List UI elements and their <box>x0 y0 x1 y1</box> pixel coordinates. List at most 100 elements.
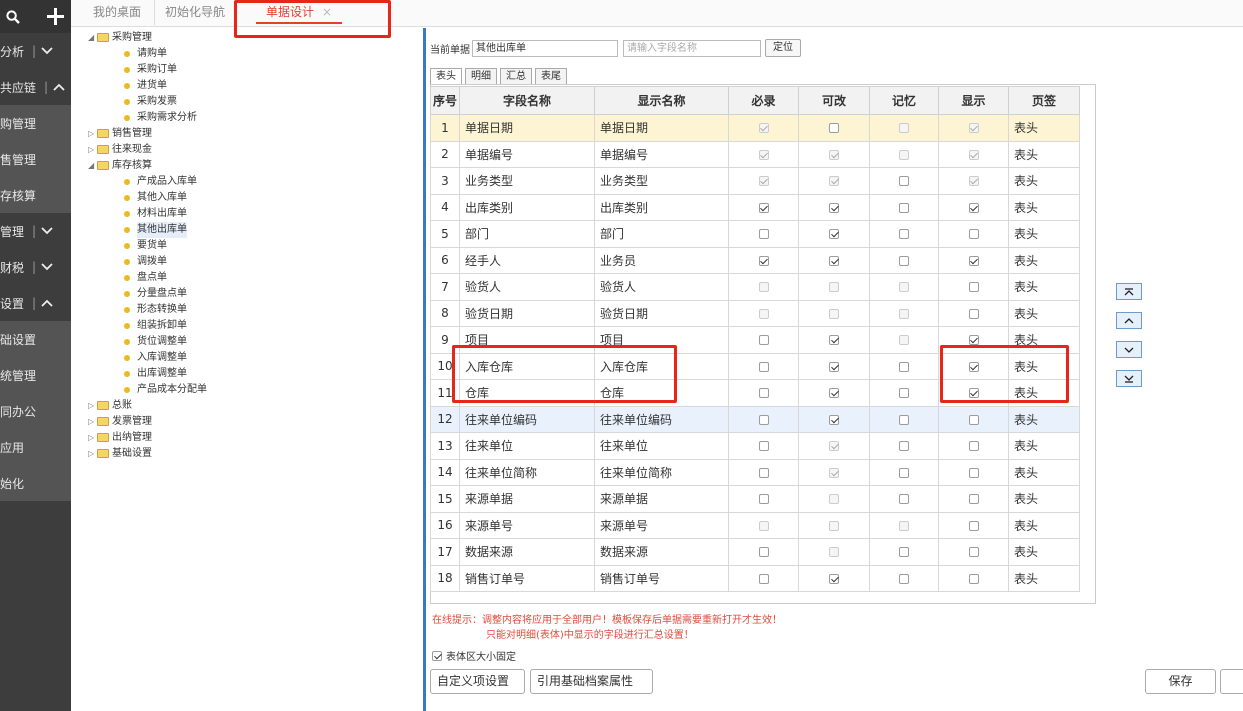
tree-leaf[interactable]: 出库调整单 <box>88 366 418 382</box>
sidebar-item[interactable]: 售管理 <box>0 141 71 177</box>
required-checkbox[interactable] <box>758 547 769 558</box>
current-document-field[interactable]: 其他出库单 <box>472 39 618 57</box>
tree-leaf[interactable]: 其他入库单 <box>88 190 418 206</box>
show-checkbox[interactable] <box>968 388 979 399</box>
tree-leaf[interactable]: 组装拆卸单 <box>88 318 418 334</box>
table-row[interactable]: 4 出库类别 出库类别 表头 <box>430 193 1080 221</box>
tree-folder[interactable]: ◢ 库存核算 <box>88 158 418 174</box>
memory-checkbox[interactable] <box>899 361 909 372</box>
chevron-down-icon[interactable] <box>41 227 53 235</box>
table-row[interactable]: 12 往来单位编码 往来单位编码 表头 <box>430 405 1080 433</box>
editable-checkbox[interactable] <box>829 255 839 266</box>
field-search-input[interactable]: 请输入字段名称 <box>623 39 761 57</box>
tree-folder[interactable]: ▷ 出纳管理 <box>88 430 418 446</box>
show-checkbox[interactable] <box>968 361 979 372</box>
tree-leaf[interactable]: 调拨单 <box>88 254 418 270</box>
required-checkbox[interactable] <box>758 202 769 213</box>
show-checkbox[interactable] <box>968 520 979 531</box>
tree-leaf[interactable]: 请购单 <box>88 46 418 62</box>
required-checkbox[interactable] <box>758 229 769 240</box>
expand-icon[interactable]: ▷ <box>88 398 96 414</box>
expand-icon[interactable]: ▷ <box>88 142 96 158</box>
tab-header[interactable]: 表头 <box>430 68 462 85</box>
tree-leaf[interactable]: 采购需求分析 <box>88 110 418 126</box>
table-row[interactable]: 3 业务类型 业务类型 表头 <box>430 167 1080 195</box>
col-header-editable[interactable]: 可改 <box>798 86 870 115</box>
memory-checkbox[interactable] <box>899 547 909 558</box>
locate-button[interactable]: 定位 <box>765 39 801 57</box>
sidebar-item[interactable]: 财税 | <box>0 249 71 285</box>
tree-leaf[interactable]: 材料出库单 <box>88 206 418 222</box>
search-icon[interactable] <box>6 9 20 24</box>
editable-checkbox[interactable] <box>829 202 839 213</box>
save-button[interactable]: 保存 <box>1145 669 1216 694</box>
plus-icon[interactable] <box>47 8 64 25</box>
show-checkbox[interactable] <box>968 467 979 478</box>
memory-checkbox[interactable] <box>899 441 909 452</box>
tree-folder[interactable]: ▷ 发票管理 <box>88 414 418 430</box>
col-header-page[interactable]: 页签 <box>1008 86 1080 115</box>
chevron-down-icon[interactable] <box>41 263 53 271</box>
sidebar-item[interactable]: 统管理 <box>0 357 71 393</box>
tree-leaf[interactable]: 货位调整单 <box>88 334 418 350</box>
required-checkbox[interactable] <box>758 361 769 372</box>
collapse-icon[interactable]: ◢ <box>88 30 96 46</box>
sidebar-item[interactable]: 分析 | <box>0 33 71 69</box>
tree-leaf[interactable]: 进货单 <box>88 78 418 94</box>
memory-checkbox[interactable] <box>899 414 909 425</box>
move-down-button[interactable] <box>1116 341 1142 358</box>
chevron-up-icon[interactable] <box>53 83 65 91</box>
tree-leaf[interactable]: 产品成本分配单 <box>88 382 418 398</box>
table-row[interactable]: 6 经手人 业务员 表头 <box>430 246 1080 274</box>
sidebar-item[interactable]: 共应链 | <box>0 69 71 105</box>
required-checkbox[interactable] <box>758 414 769 425</box>
memory-checkbox[interactable] <box>899 467 909 478</box>
required-checkbox[interactable] <box>758 335 769 346</box>
show-checkbox[interactable] <box>968 335 979 346</box>
show-checkbox[interactable] <box>968 414 979 425</box>
editable-checkbox[interactable] <box>829 335 839 346</box>
tree-folder[interactable]: ▷ 往来现金 <box>88 142 418 158</box>
tab-detail[interactable]: 明细 <box>465 68 497 85</box>
table-row[interactable]: 10 入库仓库 入库仓库 表头 <box>430 352 1080 380</box>
required-checkbox[interactable] <box>758 494 769 505</box>
editable-checkbox[interactable] <box>829 229 839 240</box>
required-checkbox[interactable] <box>758 467 769 478</box>
show-checkbox[interactable] <box>968 441 979 452</box>
tree-leaf[interactable]: 采购订单 <box>88 62 418 78</box>
show-checkbox[interactable] <box>968 573 979 584</box>
tree-folder[interactable]: ▷ 总账 <box>88 398 418 414</box>
memory-checkbox[interactable] <box>899 255 909 266</box>
tab-my-desktop[interactable]: 我的桌面 <box>83 0 151 25</box>
expand-icon[interactable]: ▷ <box>88 414 96 430</box>
secondary-button[interactable] <box>1220 669 1243 694</box>
chevron-down-icon[interactable] <box>41 47 53 55</box>
col-header-display[interactable]: 显示名称 <box>594 86 729 115</box>
col-header-required[interactable]: 必录 <box>728 86 799 115</box>
sidebar-item[interactable]: 础设置 <box>0 321 71 357</box>
tab-footer[interactable]: 表尾 <box>535 68 567 85</box>
memory-checkbox[interactable] <box>899 494 909 505</box>
sidebar-item[interactable]: 购管理 <box>0 105 71 141</box>
tab-init-nav[interactable]: 初始化导航 <box>154 0 235 25</box>
sidebar-item[interactable]: 应用 <box>0 429 71 465</box>
sidebar-item[interactable]: 管理 | <box>0 213 71 249</box>
editable-checkbox[interactable] <box>829 123 839 134</box>
required-checkbox[interactable] <box>758 441 769 452</box>
table-row[interactable]: 15 来源单据 来源单据 表头 <box>430 485 1080 513</box>
required-checkbox[interactable] <box>758 255 769 266</box>
tab-document-design[interactable]: 单据设计 × <box>256 0 343 24</box>
fixed-size-checkbox[interactable] <box>432 650 442 661</box>
chevron-up-icon[interactable] <box>41 299 53 307</box>
show-checkbox[interactable] <box>968 308 979 319</box>
required-checkbox[interactable] <box>758 573 769 584</box>
tree-leaf[interactable]: 要货单 <box>88 238 418 254</box>
table-row[interactable]: 17 数据来源 数据来源 表头 <box>430 538 1080 566</box>
table-row[interactable]: 8 验货日期 验货日期 表头 <box>430 299 1080 327</box>
editable-checkbox[interactable] <box>829 573 839 584</box>
expand-icon[interactable]: ▷ <box>88 430 96 446</box>
memory-checkbox[interactable] <box>899 388 909 399</box>
tree-folder[interactable]: ◢ 采购管理 <box>88 30 418 46</box>
move-bottom-button[interactable] <box>1116 370 1142 387</box>
sidebar-item[interactable]: 同办公 <box>0 393 71 429</box>
